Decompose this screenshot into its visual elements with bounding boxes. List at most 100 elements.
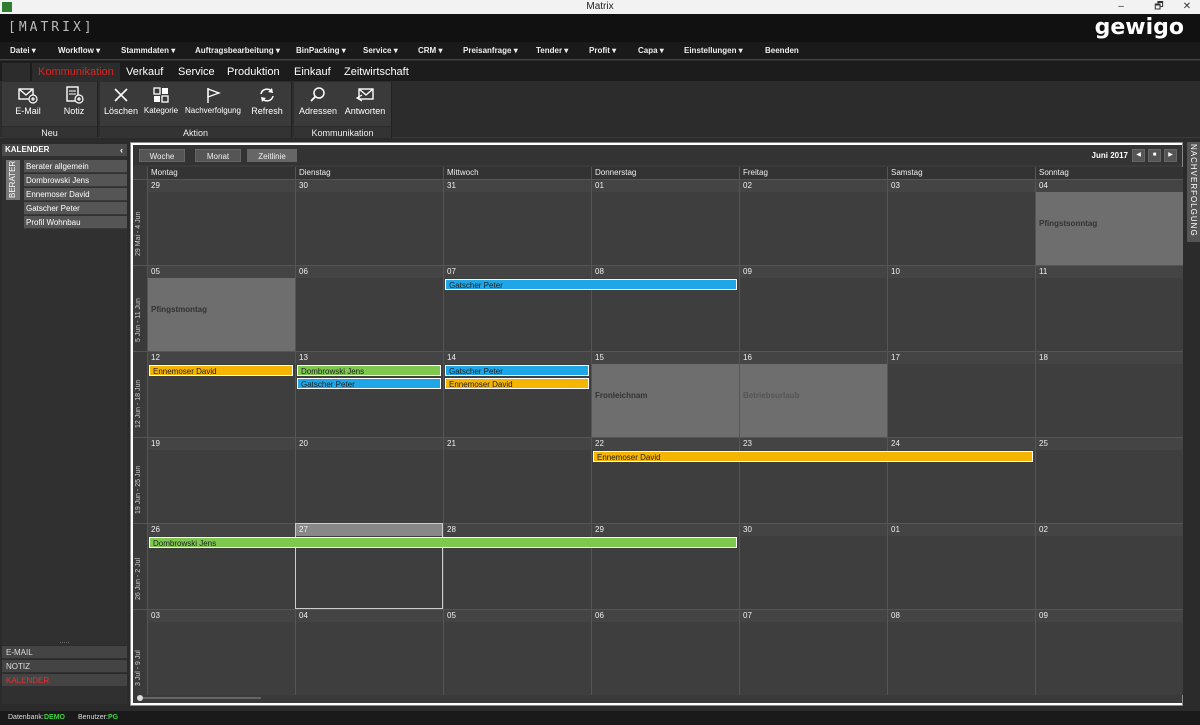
day-cell[interactable]: 24 — [887, 437, 1035, 523]
collapse-chevron-icon[interactable]: ‹ — [120, 144, 123, 156]
menu-profit[interactable]: Profit ▾ — [589, 42, 616, 60]
delete-button[interactable]: Löschen — [102, 86, 140, 122]
day-cell[interactable]: 11 — [1035, 265, 1183, 351]
day-cell[interactable]: 05 Pfingstmontag — [147, 265, 295, 351]
addresses-button[interactable]: Adressen — [298, 86, 338, 122]
sidebar-splitter-grip[interactable]: ..... — [2, 638, 127, 645]
today-button[interactable]: ■ — [1148, 149, 1161, 162]
maximize-button[interactable]: 🗗 — [1148, 0, 1170, 14]
day-cell[interactable]: 07 — [443, 265, 591, 351]
menu-workflow[interactable]: Workflow ▾ — [58, 42, 100, 60]
category-button[interactable]: Kategorie — [142, 86, 180, 122]
menu-capa[interactable]: Capa ▾ — [638, 42, 664, 60]
day-cell[interactable]: 10 — [887, 265, 1035, 351]
view-zeitlinie-button[interactable]: Zeitlinie — [247, 149, 297, 162]
event-bar[interactable]: Dombrowski Jens — [149, 537, 737, 548]
day-cell[interactable]: 07 — [739, 609, 887, 695]
day-cell[interactable]: 08 — [591, 265, 739, 351]
close-button[interactable]: ✕ — [1176, 0, 1198, 14]
menu-preisanfrage[interactable]: Preisanfrage ▾ — [463, 42, 518, 60]
day-cell[interactable]: 12 — [147, 351, 295, 437]
next-month-button[interactable]: ▶ — [1164, 149, 1177, 162]
menu-datei[interactable]: Datei ▾ — [10, 42, 36, 60]
day-cell[interactable]: 16 Betriebsurlaub — [739, 351, 887, 437]
day-cell[interactable]: 04 Pfingstsonntag — [1035, 179, 1183, 265]
day-cell[interactable]: 03 — [887, 179, 1035, 265]
refresh-button[interactable]: Refresh — [248, 86, 286, 122]
berater-vertical-tab[interactable]: BERATER — [6, 160, 20, 200]
sidebar-item-gatscher-peter[interactable]: Gatscher Peter — [24, 202, 127, 215]
day-cell[interactable]: 31 — [443, 179, 591, 265]
day-cell[interactable]: 02 — [739, 179, 887, 265]
minimize-button[interactable]: – — [1110, 0, 1132, 14]
menu-auftragsbearbeitung[interactable]: Auftragsbearbeitung ▾ — [195, 42, 280, 60]
note-new-button[interactable]: Notiz — [56, 86, 92, 122]
event-bar[interactable]: Ennemoser David — [445, 378, 589, 389]
day-cell[interactable]: 09 — [739, 265, 887, 351]
day-cell[interactable]: 23 — [739, 437, 887, 523]
tab-verkauf[interactable]: Verkauf — [126, 63, 163, 81]
day-cell[interactable]: 17 — [887, 351, 1035, 437]
sidebar-nav-email[interactable]: E-MAIL — [2, 645, 127, 658]
day-cell[interactable]: 29 — [147, 179, 295, 265]
day-cell[interactable]: 28 — [443, 523, 591, 609]
day-cell[interactable]: 05 — [443, 609, 591, 695]
menu-einstellungen[interactable]: Einstellungen ▾ — [684, 42, 743, 60]
day-cell[interactable]: 03 — [147, 609, 295, 695]
sidebar-item-dombrowski-jens[interactable]: Dombrowski Jens — [24, 174, 127, 187]
day-cell[interactable]: 06 — [591, 609, 739, 695]
scrollbar-thumb[interactable] — [137, 695, 143, 701]
event-bar[interactable]: Gatscher Peter — [297, 378, 441, 389]
day-cell[interactable]: 26 — [147, 523, 295, 609]
tab-produktion[interactable]: Produktion — [227, 63, 280, 81]
tab-zeitwirtschaft[interactable]: Zeitwirtschaft — [344, 63, 409, 81]
view-woche-button[interactable]: Woche — [139, 149, 185, 162]
day-cell[interactable]: 18 — [1035, 351, 1183, 437]
day-cell[interactable]: 04 — [295, 609, 443, 695]
event-bar[interactable]: Ennemoser David — [149, 365, 293, 376]
nachverfolgung-side-tab[interactable]: NACHVERFOLGUNG — [1187, 142, 1200, 242]
day-cell[interactable]: 30 — [739, 523, 887, 609]
day-cell[interactable]: 20 — [295, 437, 443, 523]
day-cell[interactable]: 22 — [591, 437, 739, 523]
tab-einkauf[interactable]: Einkauf — [294, 63, 331, 81]
prev-month-button[interactable]: ◀ — [1132, 149, 1145, 162]
sidebar-nav-kalender[interactable]: KALENDER — [2, 673, 127, 686]
menu-service[interactable]: Service ▾ — [363, 42, 398, 60]
menu-stammdaten[interactable]: Stammdaten ▾ — [121, 42, 175, 60]
tab-kommunikation[interactable]: Kommunikation — [32, 63, 120, 81]
reply-button[interactable]: Antworten — [342, 86, 388, 122]
sidebar-item-berater-allgemein[interactable]: Berater allgemein — [24, 160, 127, 173]
day-cell[interactable]: 08 — [887, 609, 1035, 695]
menu-binpacking[interactable]: BinPacking ▾ — [296, 42, 346, 60]
day-cell[interactable]: 19 — [147, 437, 295, 523]
day-cell[interactable]: 25 — [1035, 437, 1183, 523]
day-cell[interactable]: 27 — [295, 523, 443, 609]
day-cell[interactable]: 29 — [591, 523, 739, 609]
menu-beenden[interactable]: Beenden — [765, 42, 799, 60]
day-cell[interactable]: 15 Fronleichnam — [591, 351, 739, 437]
event-bar[interactable]: Ennemoser David — [593, 451, 1033, 462]
day-cell[interactable]: 09 — [1035, 609, 1183, 695]
day-cell[interactable]: 06 — [295, 265, 443, 351]
followup-button[interactable]: Nachverfolgung — [184, 86, 242, 122]
menu-crm[interactable]: CRM ▾ — [418, 42, 442, 60]
day-cell[interactable]: 30 — [295, 179, 443, 265]
day-cell[interactable]: 14 — [443, 351, 591, 437]
view-monat-button[interactable]: Monat — [195, 149, 241, 162]
sidebar-item-profil-wohnbau[interactable]: Profil Wohnbau — [24, 216, 127, 229]
email-new-button[interactable]: E-Mail — [8, 86, 48, 122]
event-bar[interactable]: Gatscher Peter — [445, 365, 589, 376]
event-bar[interactable]: Gatscher Peter — [445, 279, 737, 290]
menu-tender[interactable]: Tender ▾ — [536, 42, 568, 60]
horizontal-scrollbar[interactable] — [137, 695, 261, 701]
sidebar-nav-notiz[interactable]: NOTIZ — [2, 659, 127, 672]
day-cell[interactable]: 02 — [1035, 523, 1183, 609]
tab-service[interactable]: Service — [178, 63, 215, 81]
event-bar[interactable]: Dombrowski Jens — [297, 365, 441, 376]
day-cell[interactable]: 01 — [591, 179, 739, 265]
sidebar-item-ennemoser-david[interactable]: Ennemoser David — [24, 188, 127, 201]
day-cell[interactable]: 13 — [295, 351, 443, 437]
day-cell[interactable]: 21 — [443, 437, 591, 523]
day-cell[interactable]: 01 — [887, 523, 1035, 609]
